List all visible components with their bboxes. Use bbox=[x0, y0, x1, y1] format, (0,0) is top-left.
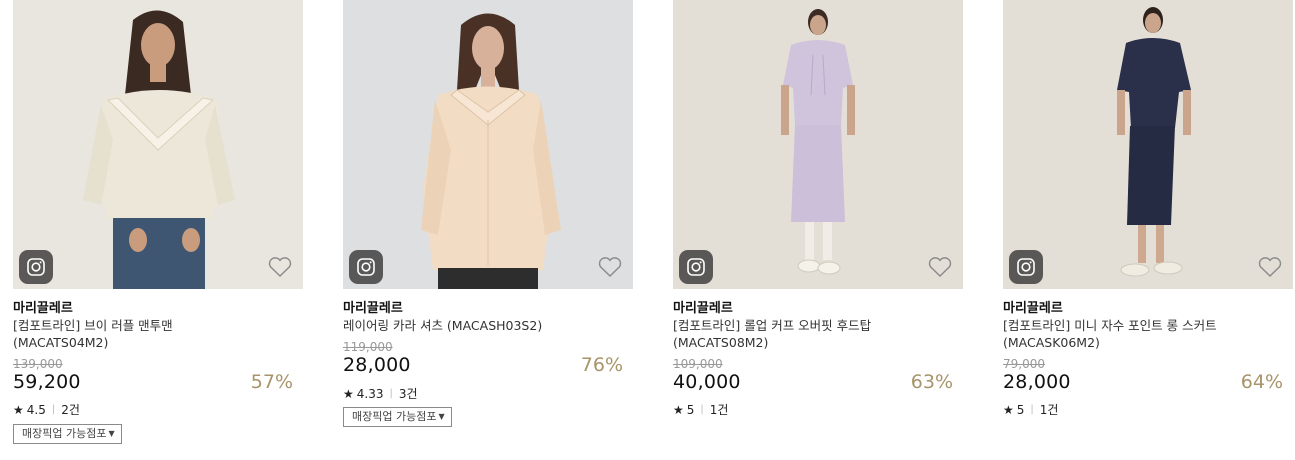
original-price: 109,000 bbox=[673, 357, 723, 371]
review-count: 2건 bbox=[61, 403, 80, 417]
product-image[interactable] bbox=[343, 0, 633, 289]
instagram-icon bbox=[687, 258, 705, 276]
model-photo bbox=[13, 0, 303, 289]
rating-summary: ★ 4.33 | 3건 bbox=[343, 385, 418, 402]
rating-summary: ★ 5 | 1건 bbox=[1003, 401, 1058, 418]
store-pickup-button[interactable]: 매장픽업 가능점포 ▼ bbox=[13, 424, 122, 444]
product-card[interactable]: 마리끌레르 [컴포트라인] 롤업 커프 오버핏 후드탑 (MACATS08M2)… bbox=[673, 0, 963, 460]
instagram-icon bbox=[1017, 258, 1035, 276]
instagram-button[interactable] bbox=[1009, 250, 1043, 284]
rating-score: 5 bbox=[1016, 402, 1025, 417]
sale-price: 28,000 bbox=[343, 354, 411, 376]
product-card[interactable]: 마리끌레르 [컴포트라인] 브이 러플 맨투맨 (MACATS04M2) 139… bbox=[13, 0, 303, 460]
discount-rate: 64% bbox=[1240, 371, 1283, 393]
brand-name: 마리끌레르 bbox=[673, 301, 733, 316]
discount-rate: 57% bbox=[250, 371, 293, 393]
product-grid: 마리끌레르 [컴포트라인] 브이 러플 맨투맨 (MACATS04M2) 139… bbox=[0, 0, 1295, 460]
product-image[interactable] bbox=[1003, 0, 1293, 289]
product-card[interactable]: 마리끌레르 [컴포트라인] 미니 자수 포인트 롱 스커트 (MACASK06M… bbox=[1003, 0, 1293, 460]
rating-score: 5 bbox=[686, 402, 695, 417]
store-pickup-button[interactable]: 매장픽업 가능점포 ▼ bbox=[343, 407, 452, 427]
model-photo bbox=[343, 0, 633, 289]
heart-icon[interactable] bbox=[267, 255, 293, 279]
review-count: 1건 bbox=[709, 403, 729, 417]
rating-summary: ★ 5 | 1건 bbox=[673, 401, 728, 418]
divider: | bbox=[389, 388, 393, 399]
brand-name: 마리끌레르 bbox=[343, 301, 403, 316]
star-icon: ★ bbox=[13, 402, 24, 417]
divider: | bbox=[1030, 404, 1034, 415]
instagram-button[interactable] bbox=[19, 250, 53, 284]
brand-name: 마리끌레르 bbox=[1003, 301, 1063, 316]
sale-price: 28,000 bbox=[1003, 371, 1071, 393]
star-icon: ★ bbox=[1003, 402, 1014, 417]
caret-down-icon: ▼ bbox=[108, 429, 115, 438]
star-icon: ★ bbox=[343, 386, 354, 401]
star-icon: ★ bbox=[673, 402, 684, 417]
product-name[interactable]: [컴포트라인] 롤업 커프 오버핏 후드탑 (MACATS08M2) bbox=[673, 317, 923, 351]
original-price: 119,000 bbox=[343, 340, 393, 354]
discount-rate: 76% bbox=[580, 354, 623, 376]
divider: | bbox=[51, 404, 56, 415]
instagram-button[interactable] bbox=[679, 250, 713, 284]
product-image[interactable] bbox=[13, 0, 303, 289]
store-pickup-label: 매장픽업 가능점포 bbox=[22, 427, 107, 440]
review-count: 1건 bbox=[1039, 403, 1059, 417]
rating-score: 4.33 bbox=[356, 386, 384, 401]
heart-icon[interactable] bbox=[927, 255, 953, 279]
original-price: 139,000 bbox=[13, 357, 63, 371]
sale-price: 40,000 bbox=[673, 371, 741, 393]
model-photo bbox=[1003, 0, 1293, 289]
heart-icon[interactable] bbox=[1257, 255, 1283, 279]
discount-rate: 63% bbox=[910, 371, 953, 393]
model-photo bbox=[673, 0, 963, 289]
instagram-button[interactable] bbox=[349, 250, 383, 284]
product-image[interactable] bbox=[673, 0, 963, 289]
review-count: 3건 bbox=[398, 387, 418, 401]
rating-summary: ★ 4.5 | 2건 bbox=[13, 401, 80, 418]
rating-score: 4.5 bbox=[26, 402, 46, 417]
heart-icon[interactable] bbox=[597, 255, 623, 279]
store-pickup-label: 매장픽업 가능점포 bbox=[352, 410, 437, 423]
product-name[interactable]: [컴포트라인] 미니 자수 포인트 롱 스커트 (MACASK06M2) bbox=[1003, 317, 1253, 351]
sale-price: 59,200 bbox=[13, 371, 81, 393]
divider: | bbox=[700, 404, 704, 415]
instagram-icon bbox=[27, 258, 45, 276]
brand-name: 마리끌레르 bbox=[13, 301, 73, 316]
product-card[interactable]: 마리끌레르 레이어링 카라 셔츠 (MACASH03S2) 119,000 28… bbox=[343, 0, 633, 460]
product-name[interactable]: 레이어링 카라 셔츠 (MACASH03S2) bbox=[343, 317, 593, 334]
original-price: 79,000 bbox=[1003, 357, 1045, 371]
instagram-icon bbox=[357, 258, 375, 276]
caret-down-icon: ▼ bbox=[438, 412, 445, 421]
product-name[interactable]: [컴포트라인] 브이 러플 맨투맨 (MACATS04M2) bbox=[13, 317, 263, 351]
